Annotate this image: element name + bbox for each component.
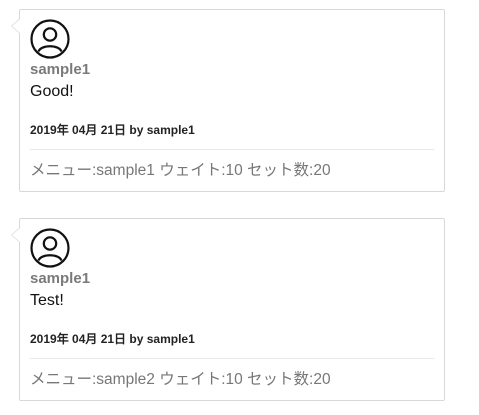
speech-tail [11,18,20,34]
post-meta: 2019年 04月 21日 by sample1 [30,332,195,346]
user-avatar-icon[interactable] [30,228,70,268]
post-comment: Test! [30,292,64,309]
divider [30,358,434,359]
post-workout-details: メニュー:sample1 ウェイト:10 セット数:20 [30,162,331,179]
speech-tail [11,227,20,243]
user-avatar-icon[interactable] [30,19,70,59]
post-username[interactable]: sample1 [30,270,90,288]
post-card: sample1 Test! 2019年 04月 21日 by sample1 メ… [11,218,445,401]
post-feed: sample1 Good! 2019年 04月 21日 by sample1 メ… [0,0,479,415]
post-username[interactable]: sample1 [30,61,90,79]
post-card: sample1 Good! 2019年 04月 21日 by sample1 メ… [11,9,445,192]
divider [30,149,434,150]
post-workout-details: メニュー:sample2 ウェイト:10 セット数:20 [30,371,331,388]
post-comment: Good! [30,83,74,100]
post-meta: 2019年 04月 21日 by sample1 [30,123,195,137]
